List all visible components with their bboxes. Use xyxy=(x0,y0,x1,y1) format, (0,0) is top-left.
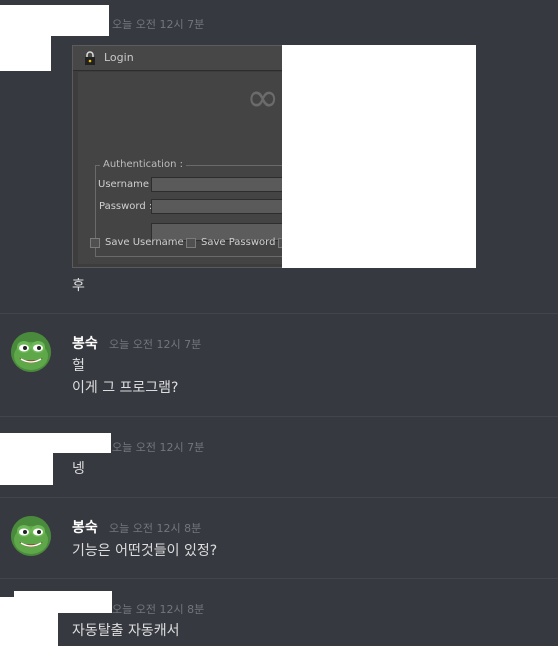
password-label: Password : xyxy=(99,201,153,212)
save-password-label: Save Password xyxy=(201,237,276,248)
message-text: 후 xyxy=(72,278,85,294)
username-label: Username : xyxy=(98,179,156,190)
message-timestamp: 오늘 오전 12시 8분 xyxy=(109,522,202,535)
infinity-logo: ∞ xyxy=(246,75,280,121)
message-author[interactable]: 봉숙 xyxy=(72,517,98,537)
frog-avatar-icon[interactable] xyxy=(11,516,51,556)
message-text: 이게 그 프로그램? xyxy=(72,380,179,396)
save-password-checkbox[interactable] xyxy=(186,238,196,248)
authentication-group-label: Authentication : xyxy=(100,159,186,170)
redacted-author-name xyxy=(0,5,109,36)
message-divider xyxy=(0,416,558,417)
message-author[interactable]: 봉숙 xyxy=(72,333,98,353)
message-divider xyxy=(0,313,558,314)
message-timestamp: 오늘 오전 12시 8분 xyxy=(112,603,205,616)
message-divider xyxy=(0,497,558,498)
message-text: 기능은 어떤것들이 있정? xyxy=(72,543,218,559)
login-window-title: Login xyxy=(104,51,134,64)
message-timestamp: 오늘 오전 12시 7분 xyxy=(109,338,202,351)
lock-icon xyxy=(83,50,97,65)
frog-avatar-icon[interactable] xyxy=(11,332,51,372)
save-username-checkbox[interactable] xyxy=(90,238,100,248)
message-text: 넹 xyxy=(72,461,85,477)
redacted-attachment-region xyxy=(282,45,476,268)
save-username-label: Save Username xyxy=(105,237,184,248)
message-divider xyxy=(0,578,558,579)
message-timestamp: 오늘 오전 12시 7분 xyxy=(112,441,205,454)
message-text: 헐 xyxy=(72,358,85,374)
redacted-author-name xyxy=(14,591,112,613)
message-text: 자동탈출 자동캐서 xyxy=(72,623,180,639)
message-timestamp: 오늘 오전 12시 7분 xyxy=(112,18,205,31)
redacted-author-name xyxy=(0,433,111,453)
